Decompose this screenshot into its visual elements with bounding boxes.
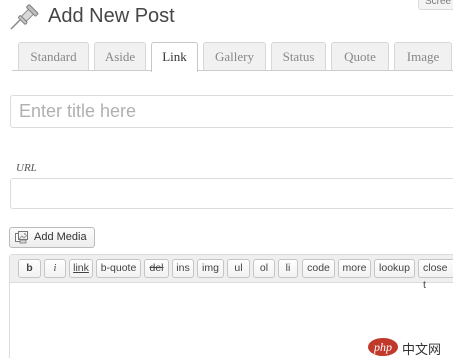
qt-link-button[interactable]: link	[69, 259, 93, 278]
tab-image[interactable]: Image	[394, 42, 452, 70]
qt-li-button[interactable]: li	[278, 259, 298, 278]
qt-ul-button[interactable]: ul	[227, 259, 250, 278]
add-media-button[interactable]: Add Media	[9, 227, 95, 248]
pushpin-icon	[8, 4, 42, 32]
qt-close-tags-button[interactable]: close t	[418, 259, 453, 291]
screen-options-button[interactable]: Scree	[418, 0, 453, 10]
post-title-input[interactable]	[10, 95, 453, 128]
qt-bold-button[interactable]: b	[18, 259, 41, 278]
page-title: Add New Post	[48, 5, 175, 27]
qt-ol-button[interactable]: ol	[253, 259, 275, 278]
tab-link[interactable]: Link	[151, 42, 198, 72]
qt-del-button[interactable]: del	[144, 259, 169, 278]
qt-lookup-button[interactable]: lookup	[374, 259, 415, 278]
qt-ins-button[interactable]: ins	[172, 259, 194, 278]
url-label: URL	[16, 162, 37, 174]
php-logo: php	[368, 338, 398, 356]
qt-code-button[interactable]: code	[302, 259, 335, 278]
tab-quote[interactable]: Quote	[331, 42, 389, 70]
qt-italic-button[interactable]: i	[44, 259, 66, 278]
add-media-label: Add Media	[34, 231, 87, 243]
site-watermark: php 中文网	[368, 338, 450, 357]
url-input[interactable]	[10, 178, 453, 209]
qt-img-button[interactable]: img	[197, 259, 224, 278]
tab-status[interactable]: Status	[271, 42, 326, 70]
media-icon	[15, 231, 29, 244]
tab-aside[interactable]: Aside	[94, 42, 146, 70]
qt-blockquote-button[interactable]: b-quote	[96, 259, 141, 278]
qt-more-button[interactable]: more	[338, 259, 371, 278]
tab-standard[interactable]: Standard	[18, 42, 89, 70]
tab-gallery[interactable]: Gallery	[203, 42, 266, 70]
watermark-text: 中文网	[402, 342, 442, 357]
